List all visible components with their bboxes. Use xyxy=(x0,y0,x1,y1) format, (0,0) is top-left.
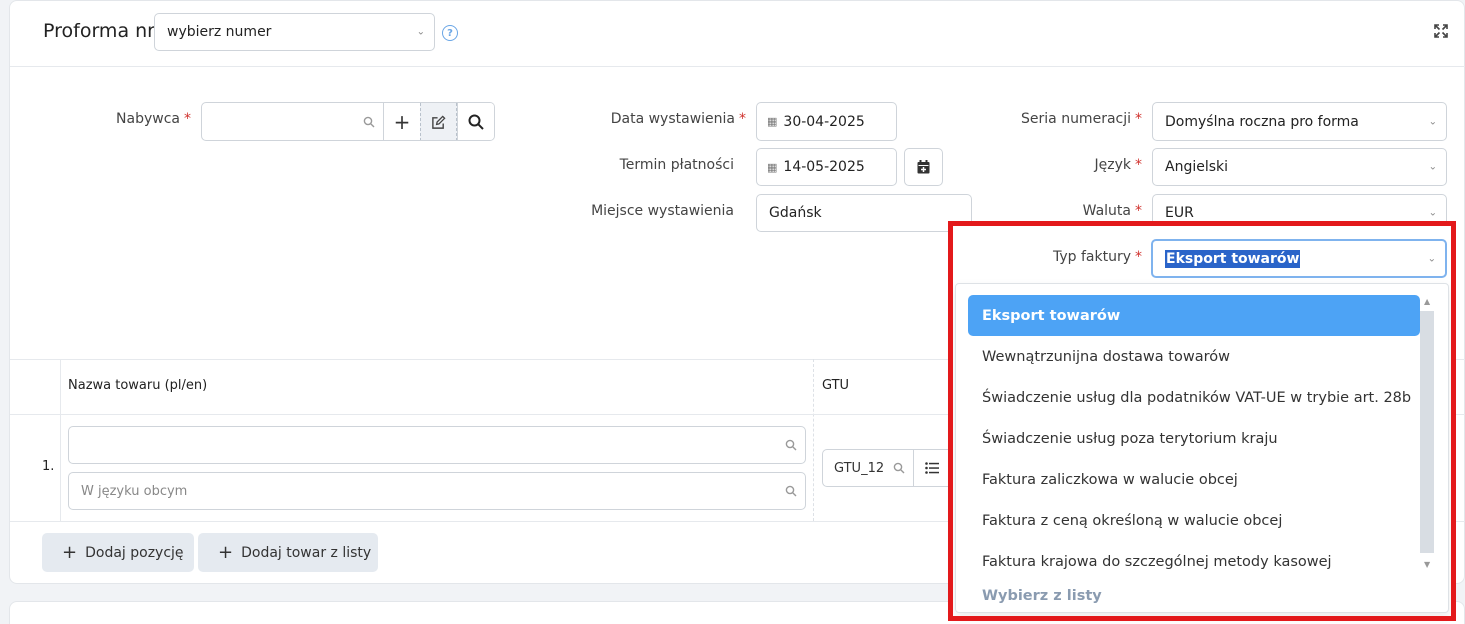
search-buyer-button[interactable] xyxy=(457,103,494,140)
issue-date-label: Data wystawienia * xyxy=(610,111,746,127)
chevron-down-icon: ⌄ xyxy=(1428,161,1437,173)
list-icon xyxy=(925,462,939,474)
table-col-divider xyxy=(813,359,814,521)
search-icon xyxy=(363,116,375,127)
help-icon[interactable]: ? xyxy=(442,25,458,41)
due-date-label: Termin płatności xyxy=(619,157,734,173)
search-icon xyxy=(468,114,484,130)
plus-icon: + xyxy=(62,542,78,563)
header-divider xyxy=(10,66,1465,67)
gtu-list-button[interactable] xyxy=(913,449,951,487)
place-label: Miejsce wystawienia xyxy=(591,203,734,219)
buyer-actions: + xyxy=(383,102,495,141)
plus-icon: + xyxy=(218,542,234,563)
table-col-divider xyxy=(60,359,61,521)
calendar-icon: ▦ xyxy=(767,160,778,174)
proforma-number-select[interactable]: wybierz numer ⌄ xyxy=(154,13,435,51)
buyer-input[interactable] xyxy=(201,102,384,141)
search-icon xyxy=(893,462,905,474)
page-title: Proforma nr xyxy=(43,20,155,42)
calendar-icon: ▦ xyxy=(767,115,778,128)
calendar-plus-icon xyxy=(917,160,930,174)
column-header-name: Nazwa towaru (pl/en) xyxy=(68,378,208,393)
product-name-input[interactable] xyxy=(68,426,806,464)
issue-date-input[interactable]: ▦ 30-04-2025 xyxy=(756,102,897,141)
series-label: Seria numeracji * xyxy=(1021,111,1142,127)
search-icon xyxy=(785,485,797,497)
currency-label: Waluta * xyxy=(1082,203,1142,219)
due-date-input[interactable]: ▦ 14-05-2025 xyxy=(756,148,897,186)
series-select[interactable]: Domyślna roczna pro forma ⌄ xyxy=(1152,102,1447,141)
buyer-label: Nabywca * xyxy=(116,111,191,127)
language-label: Język * xyxy=(1094,157,1142,173)
add-position-button[interactable]: + Dodaj pozycję xyxy=(42,533,194,572)
gtu-input[interactable]: GTU_12 xyxy=(822,449,914,487)
language-select[interactable]: Angielski ⌄ xyxy=(1152,148,1447,186)
chevron-down-icon: ⌄ xyxy=(1428,207,1437,219)
place-input[interactable]: Gdańsk xyxy=(756,194,972,232)
proforma-number-value: wybierz numer xyxy=(167,24,272,40)
edit-icon xyxy=(432,114,446,129)
add-from-list-button[interactable]: + Dodaj towar z listy xyxy=(198,533,378,572)
highlight-frame xyxy=(948,221,1456,621)
search-icon xyxy=(785,439,797,451)
edit-buyer-button[interactable] xyxy=(420,103,457,140)
expand-icon[interactable] xyxy=(1433,23,1449,39)
row-index: 1. xyxy=(42,459,55,474)
column-header-gtu: GTU xyxy=(822,378,850,393)
chevron-down-icon: ⌄ xyxy=(1428,116,1437,127)
product-foreign-name-input[interactable]: W języku obcym xyxy=(68,472,806,510)
chevron-down-icon: ⌄ xyxy=(416,26,425,38)
due-date-picker-button[interactable] xyxy=(904,148,943,186)
add-buyer-button[interactable]: + xyxy=(383,103,420,140)
